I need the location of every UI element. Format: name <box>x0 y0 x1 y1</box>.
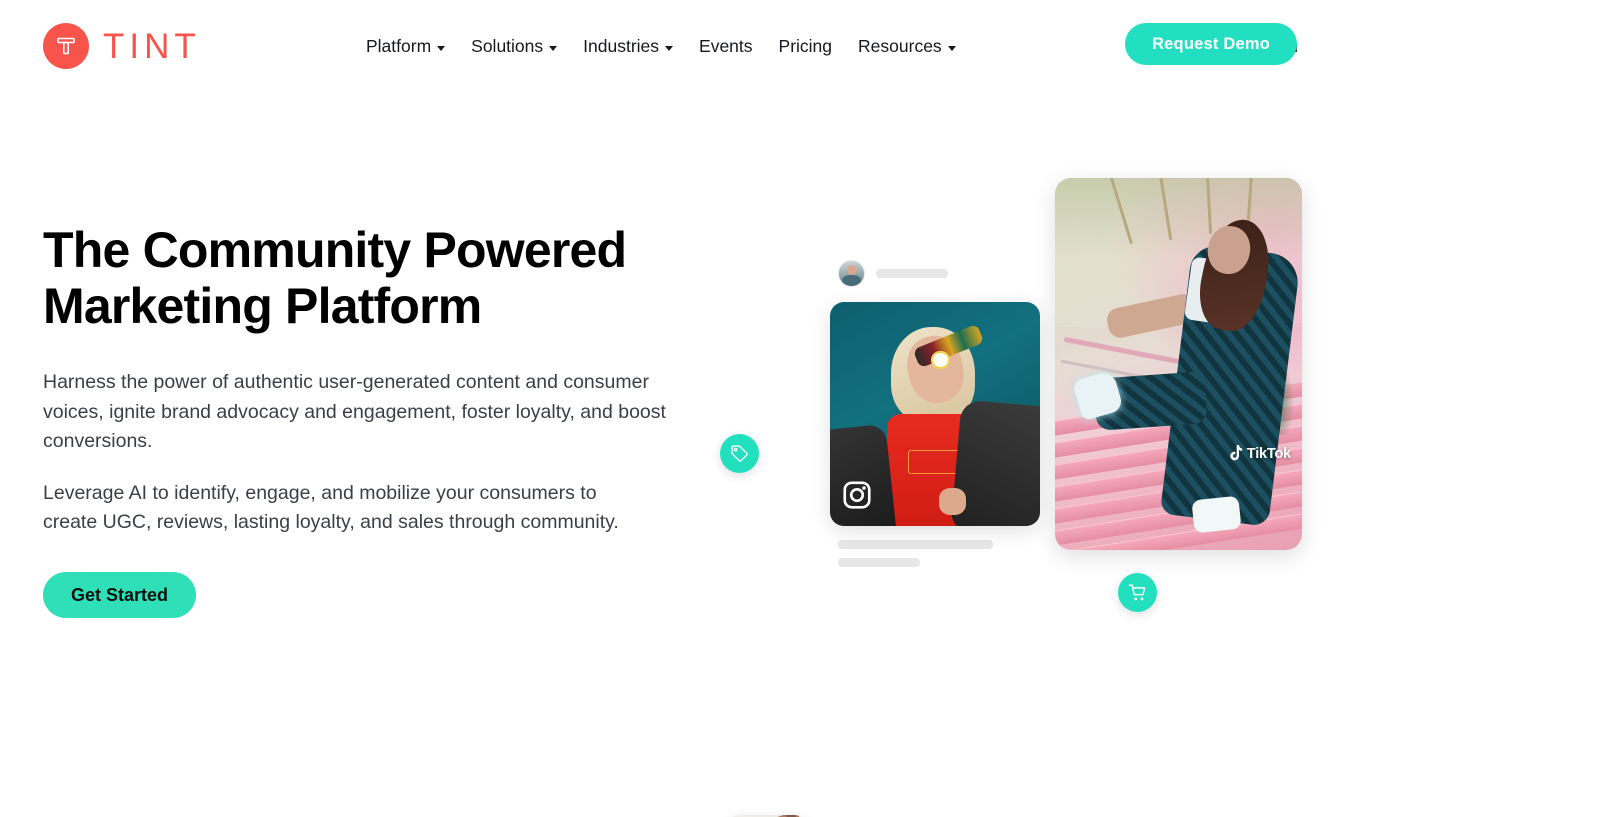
nav-item-resources[interactable]: Resources <box>845 33 969 59</box>
tiktok-note-icon <box>1230 445 1242 461</box>
instagram-post-header <box>830 260 1060 287</box>
nav-item-events[interactable]: Events <box>686 33 766 59</box>
username-placeholder-bar <box>876 269 948 278</box>
main-navigation: Platform Solutions Industries Events Pri… <box>366 33 969 59</box>
chevron-down-icon <box>549 45 558 51</box>
site-header: TINT Platform Solutions Industries Event… <box>0 0 1600 92</box>
caption-placeholder-bar-1 <box>838 540 993 549</box>
tiktok-content-card[interactable]: TikTok <box>1055 178 1302 550</box>
nav-label: Solutions <box>471 36 544 56</box>
nav-label: Events <box>699 36 753 56</box>
nav-item-solutions[interactable]: Solutions <box>458 33 570 59</box>
shopping-cart-icon <box>1128 583 1145 600</box>
price-tag-icon <box>731 445 748 462</box>
hero-paragraph-2: Leverage AI to identify, engage, and mob… <box>43 481 619 534</box>
brand-logo-link[interactable]: TINT <box>43 23 201 69</box>
avatar <box>838 260 865 287</box>
get-started-button[interactable]: Get Started <box>43 572 197 618</box>
instagram-post-card[interactable] <box>830 260 1060 567</box>
nav-label: Platform <box>366 36 432 56</box>
instagram-post-image <box>830 302 1040 526</box>
nav-item-industries[interactable]: Industries <box>570 33 686 59</box>
nav-label: Pricing <box>778 36 833 56</box>
nav-item-platform[interactable]: Platform <box>366 33 458 59</box>
tiktok-shoe-right <box>1191 495 1242 534</box>
hero-image-collage: TikTok <box>700 160 1340 817</box>
nav-label: Resources <box>858 36 942 56</box>
ig-daisy-flower <box>930 351 950 370</box>
chevron-down-icon <box>437 45 446 51</box>
tag-badge[interactable] <box>720 434 759 473</box>
instagram-post-caption <box>830 540 1060 567</box>
nav-item-pricing[interactable]: Pricing <box>766 33 846 59</box>
instagram-icon <box>842 480 872 515</box>
caption-placeholder-bar-2 <box>838 558 920 567</box>
request-demo-button[interactable]: Request Demo <box>1125 23 1297 65</box>
tint-t-logo-icon <box>43 23 89 69</box>
cart-badge[interactable] <box>1118 573 1157 612</box>
nav-label: Industries <box>583 36 660 56</box>
tiktok-watermark-label: TikTok <box>1246 445 1291 462</box>
tiktok-watermark: TikTok <box>1229 445 1291 462</box>
brand-name: TINT <box>103 26 201 66</box>
ig-hand <box>939 487 967 515</box>
hero-paragraph-1: Harness the power of authentic user-gene… <box>43 371 666 452</box>
chevron-down-icon <box>665 45 674 51</box>
hero-section: The Community Powered Marketing Platform… <box>43 222 703 538</box>
chevron-down-icon <box>947 45 956 51</box>
page-title: The Community Powered Marketing Platform <box>43 222 627 334</box>
